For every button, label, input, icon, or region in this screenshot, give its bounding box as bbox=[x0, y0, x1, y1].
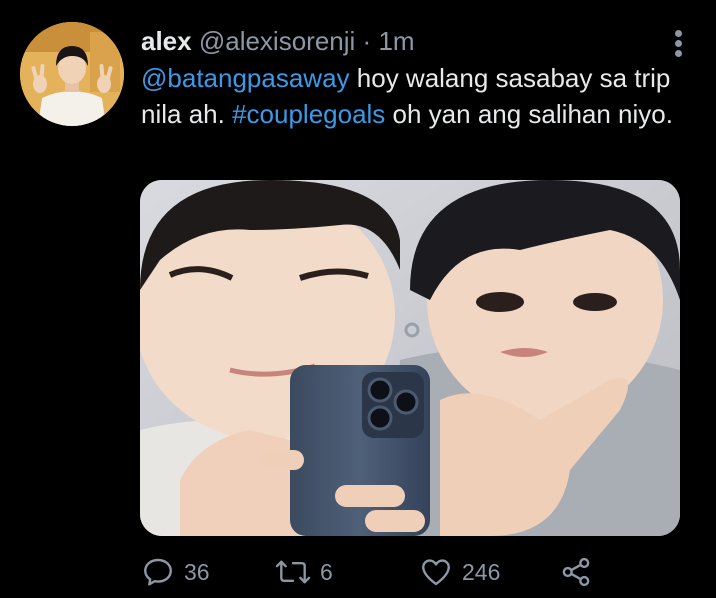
share-button[interactable] bbox=[558, 552, 594, 592]
author-handle[interactable]: @alexisorenji bbox=[199, 26, 355, 56]
mention-link[interactable]: @batangpasaway bbox=[141, 63, 350, 93]
reply-count: 36 bbox=[184, 558, 210, 585]
author-name[interactable]: alex bbox=[141, 26, 192, 56]
retweet-button[interactable]: 6 bbox=[274, 552, 333, 592]
retweet-icon bbox=[275, 560, 311, 584]
tweet-text-part: oh yan ang salihan niyo. bbox=[385, 99, 673, 129]
separator: · bbox=[362, 26, 372, 56]
tweet-header: alex @alexisorenji · 1m bbox=[141, 24, 415, 58]
timestamp[interactable]: 1m bbox=[378, 26, 414, 56]
avatar[interactable] bbox=[20, 22, 124, 126]
heart-icon bbox=[422, 559, 450, 586]
avatar-image bbox=[20, 22, 124, 126]
like-count: 246 bbox=[462, 558, 501, 585]
hashtag-link[interactable]: #couplegoals bbox=[232, 99, 385, 129]
more-button[interactable] bbox=[668, 28, 690, 60]
reply-button[interactable]: 36 bbox=[140, 552, 210, 592]
tweet-text: @batangpasaway hoy walang sasabay sa tri… bbox=[141, 60, 681, 132]
tweet-media[interactable] bbox=[140, 180, 680, 536]
retweet-count: 6 bbox=[320, 558, 333, 585]
photo-two-people-mirror-selfie bbox=[140, 180, 680, 536]
reply-icon bbox=[144, 558, 172, 586]
action-bar: 36 6 246 bbox=[140, 552, 680, 592]
like-button[interactable]: 246 bbox=[418, 552, 500, 592]
tweet[interactable]: alex @alexisorenji · 1m @batangpasaway h… bbox=[0, 0, 716, 598]
share-icon bbox=[562, 557, 590, 587]
